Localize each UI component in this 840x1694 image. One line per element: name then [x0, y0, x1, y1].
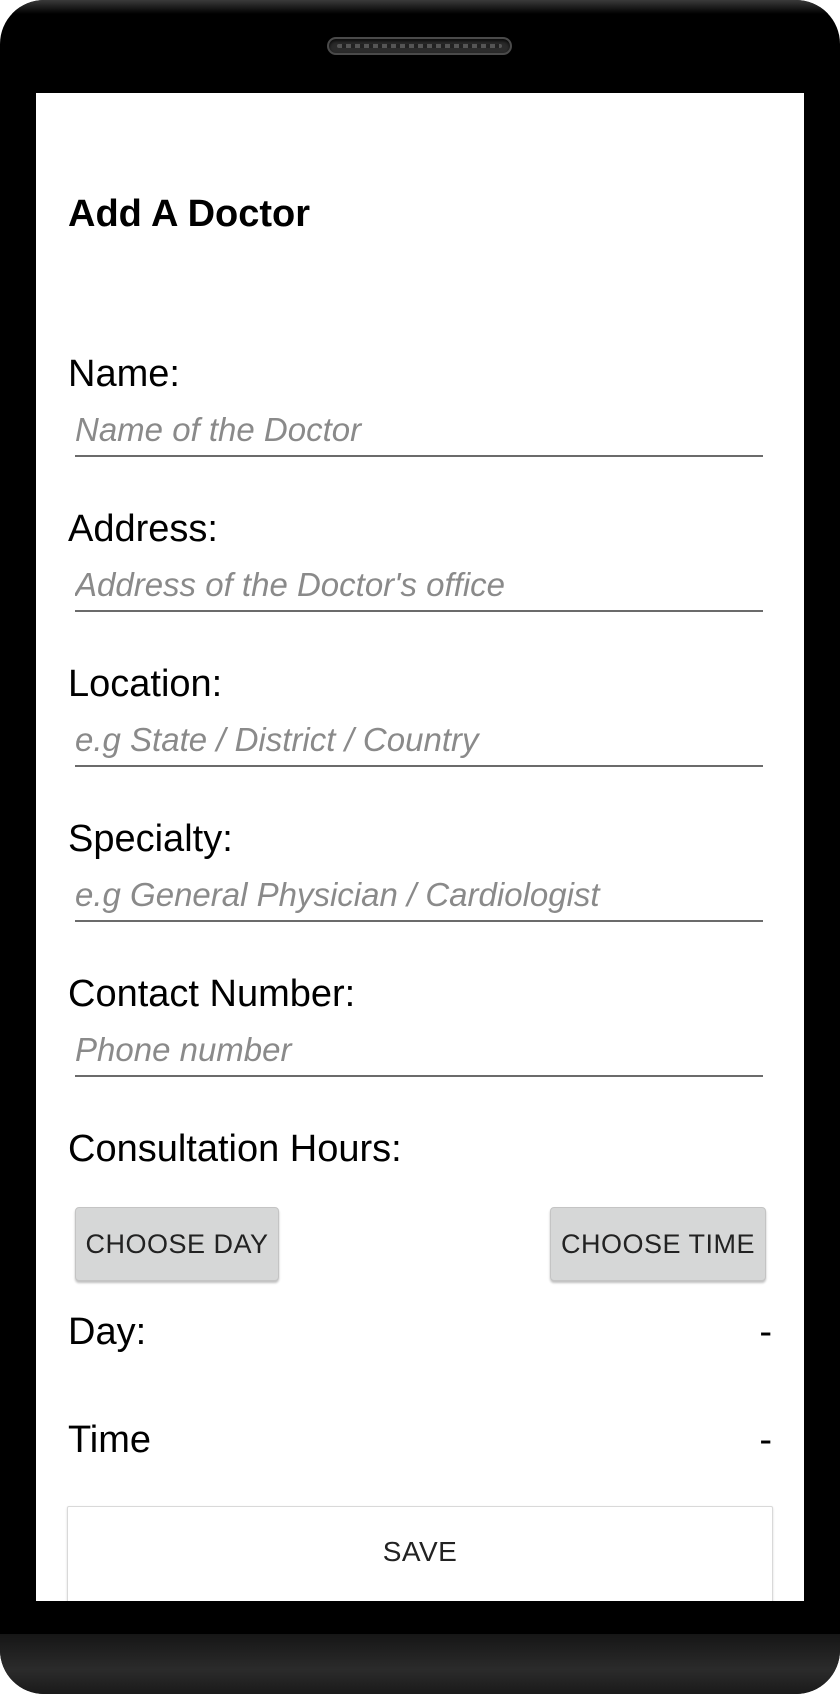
save-button[interactable]: SAVE	[67, 1506, 773, 1601]
choose-day-button[interactable]: CHOOSE DAY	[75, 1207, 279, 1281]
speaker-grille-icon	[327, 37, 512, 55]
contact-number-input[interactable]	[75, 1025, 763, 1075]
address-label: Address:	[68, 508, 218, 550]
phone-frame: Add A Doctor Name: Address: Location: Sp…	[0, 0, 840, 1694]
specialty-field-wrapper	[75, 870, 763, 922]
page-title: Add A Doctor	[68, 193, 311, 235]
location-input[interactable]	[75, 715, 763, 765]
address-field-wrapper	[75, 560, 763, 612]
screen: Add A Doctor Name: Address: Location: Sp…	[36, 93, 804, 1601]
contact-number-field-wrapper	[75, 1025, 763, 1077]
contact-number-label: Contact Number:	[68, 973, 356, 1015]
choose-time-button[interactable]: CHOOSE TIME	[550, 1207, 766, 1281]
location-label: Location:	[68, 663, 223, 705]
location-field-wrapper	[75, 715, 763, 767]
time-value: -	[759, 1419, 772, 1461]
name-field-wrapper	[75, 405, 763, 457]
day-label: Day:	[68, 1311, 147, 1353]
specialty-label: Specialty:	[68, 818, 233, 860]
day-value: -	[759, 1311, 772, 1353]
name-input[interactable]	[75, 405, 763, 455]
specialty-input[interactable]	[75, 870, 763, 920]
time-label: Time	[68, 1419, 152, 1461]
consultation-hours-label: Consultation Hours:	[68, 1128, 402, 1170]
phone-top-edge	[0, 0, 840, 14]
name-label: Name:	[68, 353, 180, 395]
address-input[interactable]	[75, 560, 763, 610]
phone-bottom-bezel	[0, 1634, 840, 1694]
